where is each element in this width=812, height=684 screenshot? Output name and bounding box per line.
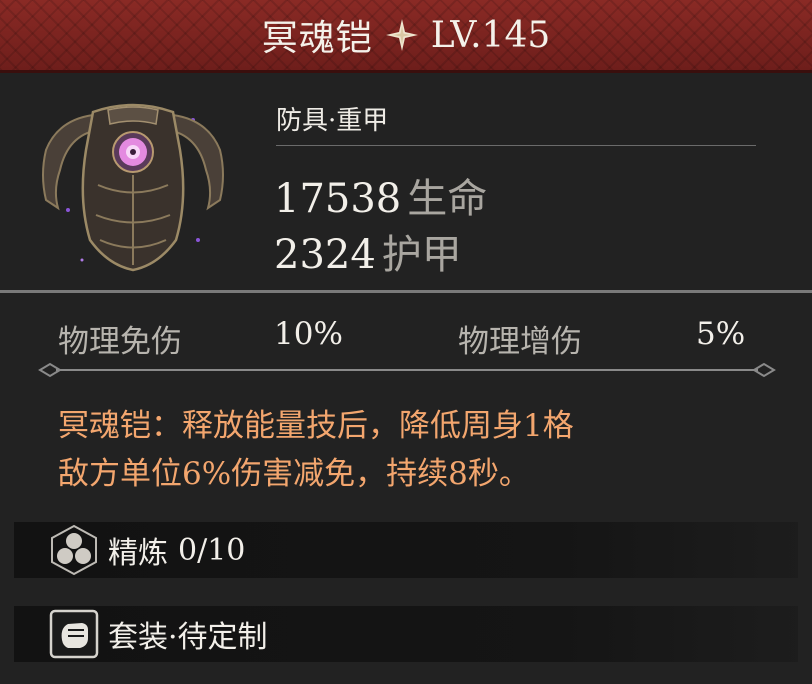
main-stat-armor: 2324 护甲 — [274, 222, 462, 280]
heavy-armor-icon — [42, 103, 224, 272]
sub-stat-phys-damage-value: 5% — [696, 316, 746, 352]
armor-label: 护甲 — [381, 232, 462, 278]
main-stat-hp: 17538 生命 — [274, 166, 487, 224]
item-tooltip-card: 冥魂铠 LV.145 防具·重甲 17538 生命 2324 护甲 物理免伤 1… — [0, 0, 812, 684]
item-description: 冥魂铠：释放能量技后，降低周身1格 敌方单位6%伤害减免，持续8秒。 — [58, 402, 778, 498]
set-row[interactable]: 套装·待定制 — [14, 606, 798, 662]
sub-stat-phys-reduction-value: 10% — [274, 316, 343, 352]
refine-value: 0/10 — [178, 532, 246, 568]
four-point-star-icon — [385, 19, 418, 51]
item-level: LV.145 — [430, 14, 551, 56]
description-line-1: 冥魂铠：释放能量技后，降低周身1格 — [58, 408, 574, 444]
armor-value: 2324 — [274, 232, 376, 278]
item-type: 防具·重甲 — [276, 106, 389, 136]
set-label: 套装·待定制 — [108, 620, 268, 655]
refine-label: 精炼 — [108, 536, 168, 571]
description-line-2: 敌方单位6%伤害减免，持续8秒。 — [58, 456, 530, 492]
section-divider — [0, 290, 812, 293]
sub-stat-phys-damage-label: 物理增伤 — [458, 324, 582, 360]
ornamental-divider — [38, 362, 776, 378]
divider — [276, 145, 756, 146]
sub-stat-phys-reduction-label: 物理免伤 — [58, 324, 182, 360]
fist-badge-icon — [49, 609, 99, 659]
item-title-bar: 冥魂铠 LV.145 — [0, 0, 812, 73]
hp-value: 17538 — [274, 176, 402, 222]
item-title: 冥魂铠 LV.145 — [262, 9, 551, 61]
hp-label: 生命 — [407, 176, 488, 222]
refine-row[interactable]: 精炼 0/10 — [14, 522, 798, 578]
hexagon-cluster-icon — [51, 524, 97, 576]
item-name: 冥魂铠 — [261, 18, 373, 59]
